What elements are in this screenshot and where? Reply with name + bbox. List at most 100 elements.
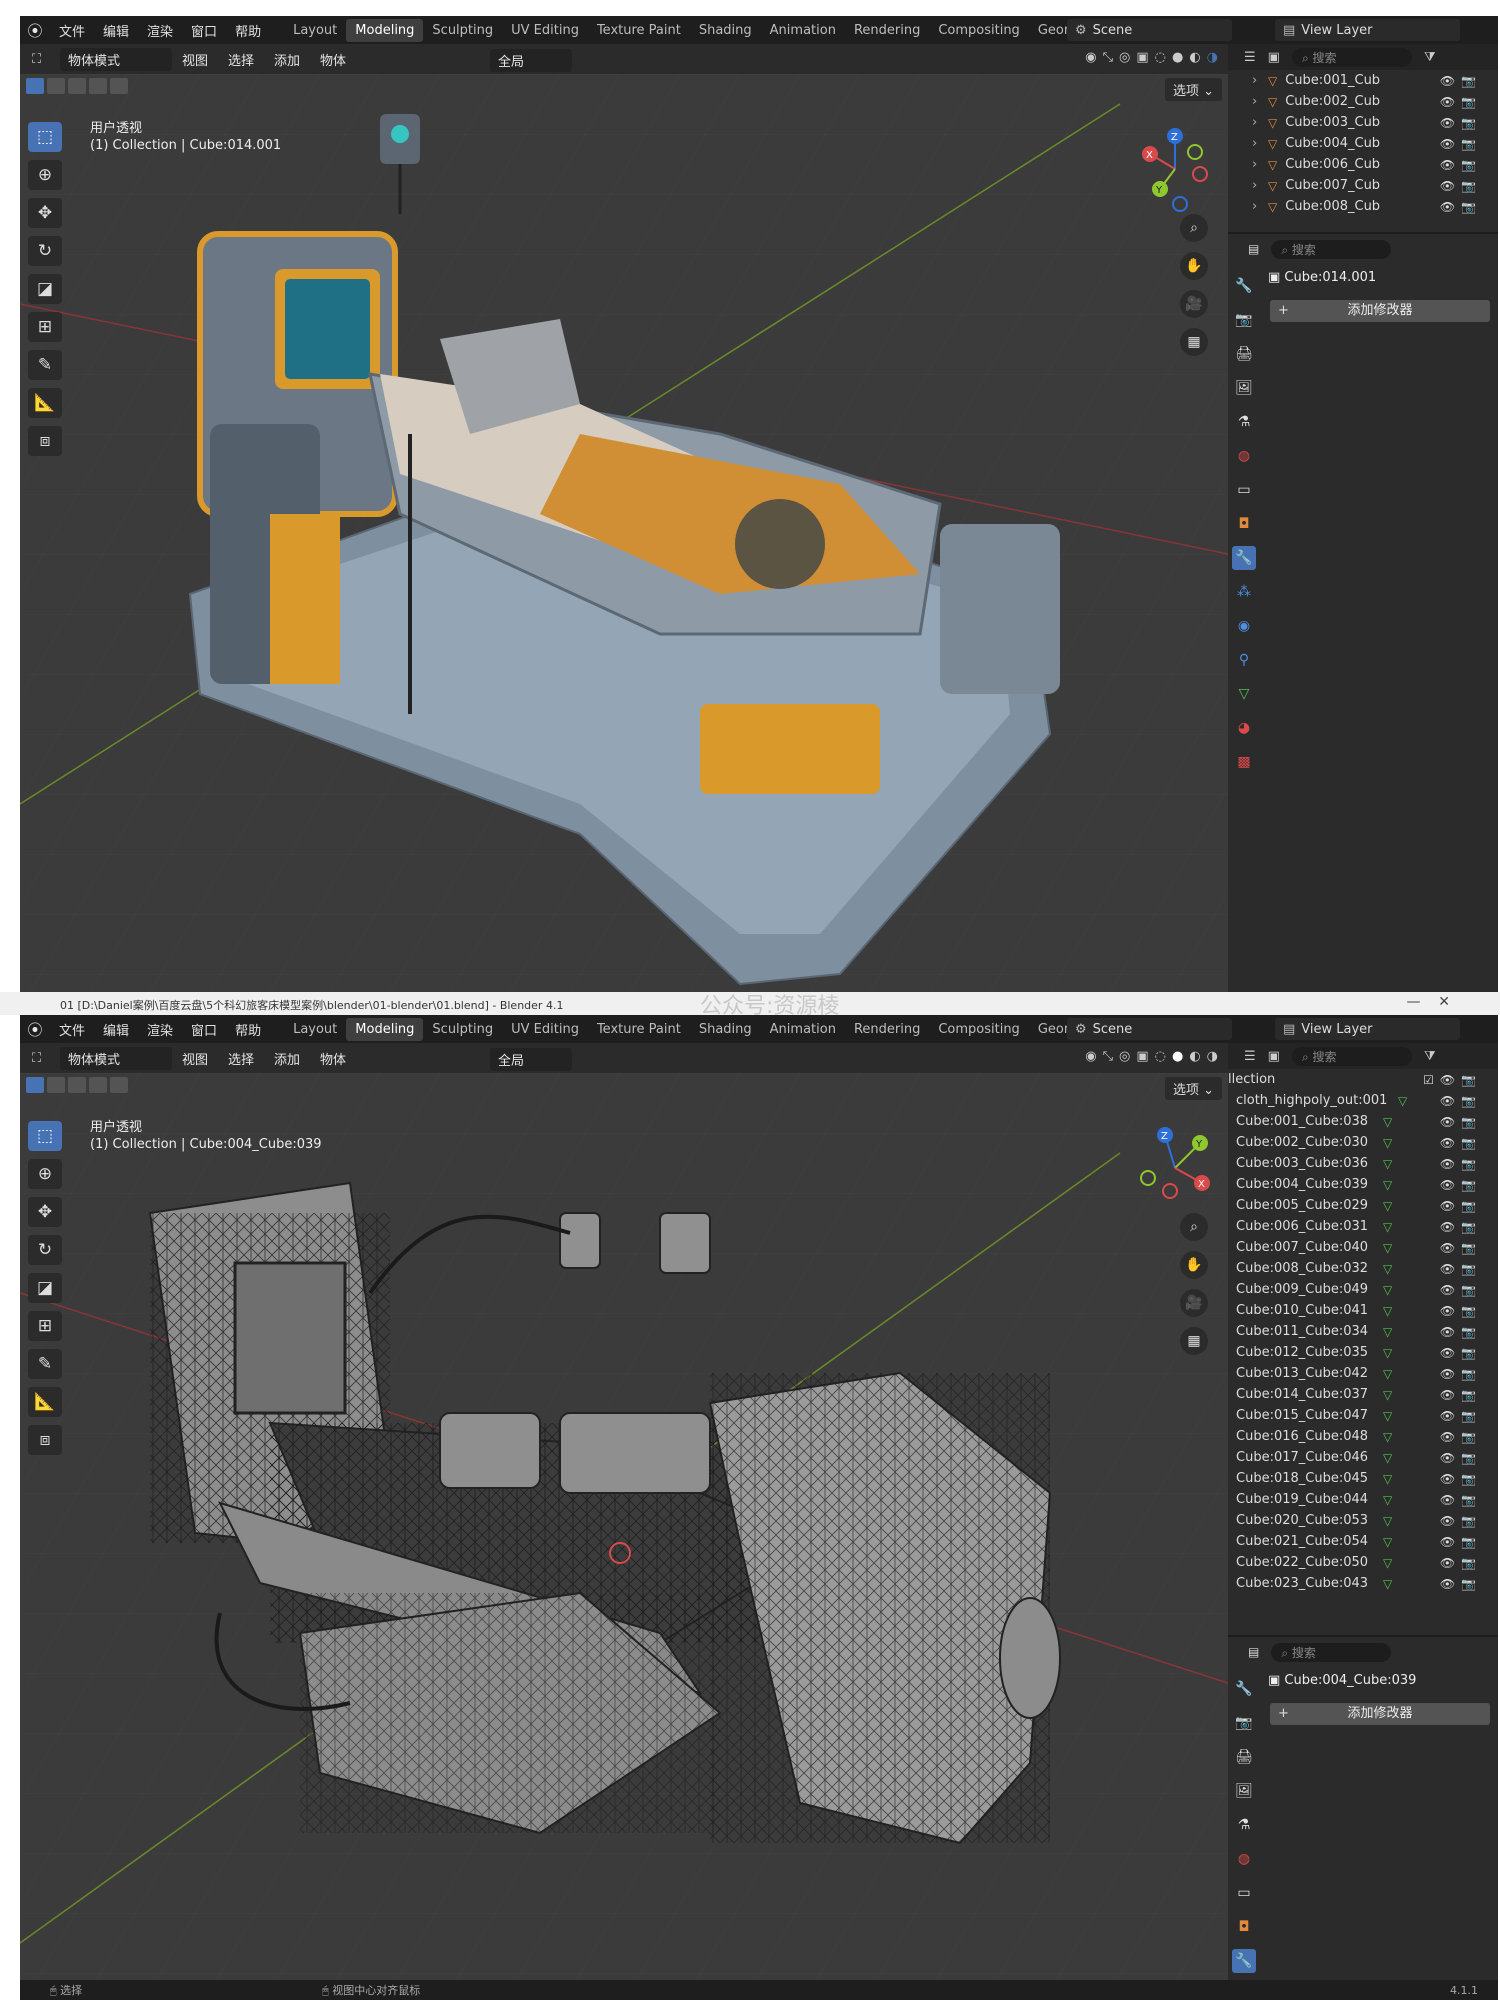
outliner-row[interactable]: Cube:002_Cube:030 ▽ 👁📷	[1228, 1132, 1498, 1153]
menu-object[interactable]: 物体	[310, 50, 356, 69]
move-tool-icon[interactable]: ✥	[28, 1197, 62, 1227]
camera-icon[interactable]: 🎥	[1180, 1289, 1208, 1317]
select-new-icon[interactable]	[26, 78, 44, 94]
render-tab-icon[interactable]: 📷	[1232, 1711, 1256, 1735]
solid-shading-icon[interactable]: ●	[1172, 50, 1183, 65]
scene-tab-icon[interactable]: ⚗	[1232, 410, 1256, 434]
row-visibility-icons[interactable]: 👁📷	[1440, 1514, 1482, 1528]
outliner-search[interactable]: ⌕ 搜索	[1291, 47, 1412, 67]
blender-logo-icon[interactable]: ⦿	[20, 20, 50, 41]
row-visibility-icons[interactable]: 👁📷	[1440, 1346, 1482, 1360]
menu-item[interactable]: 编辑	[94, 25, 138, 40]
scene-selector[interactable]: ⚙ Scene	[1067, 1018, 1232, 1040]
object-tab-icon[interactable]: ◘	[1232, 512, 1256, 536]
row-visibility-icons[interactable]: 👁📷	[1440, 158, 1482, 172]
render-tab-icon[interactable]: 📷	[1232, 308, 1256, 332]
outliner-row[interactable]: › ▽ Cube:003_Cub 👁📷	[1228, 112, 1498, 133]
expand-arrow-icon[interactable]: ›	[1252, 178, 1257, 193]
row-visibility-icons[interactable]: 👁📷	[1440, 1220, 1482, 1234]
row-visibility-icons[interactable]: 👁📷	[1440, 74, 1482, 88]
pan-hand-icon[interactable]: ✋	[1180, 1251, 1208, 1279]
view-layer-selector[interactable]: ▤ View Layer	[1275, 1018, 1460, 1040]
row-visibility-icons[interactable]: 👁📷	[1440, 1493, 1482, 1507]
select-intersect-icon[interactable]	[110, 78, 128, 94]
outliner-row[interactable]: Cube:016_Cube:048 ▽ 👁📷	[1228, 1426, 1498, 1447]
select-extend-icon[interactable]	[47, 1077, 65, 1093]
output-tab-icon[interactable]: 🖨	[1232, 1745, 1256, 1769]
expand-arrow-icon[interactable]: ›	[1252, 199, 1257, 214]
row-visibility-icons[interactable]: 👁📷	[1440, 1556, 1482, 1570]
row-visibility-icons[interactable]: 👁📷	[1440, 95, 1482, 109]
row-visibility-icons[interactable]: 👁📷	[1440, 1451, 1482, 1465]
outliner-row[interactable]: Cube:022_Cube:050 ▽ 👁📷	[1228, 1552, 1498, 1573]
menu-item[interactable]: 文件	[50, 25, 94, 40]
select-extend-icon[interactable]	[47, 78, 65, 94]
menu-view[interactable]: 视图	[172, 1049, 218, 1068]
pan-hand-icon[interactable]: ✋	[1180, 252, 1208, 280]
object-tab-icon[interactable]: ◘	[1232, 1915, 1256, 1939]
workspace-tab[interactable]: Texture Paint	[588, 1018, 690, 1041]
row-visibility-icons[interactable]: 👁📷	[1440, 179, 1482, 193]
minimize-icon[interactable]: —	[1406, 994, 1420, 1010]
select-intersect-icon[interactable]	[110, 1077, 128, 1093]
outliner-row[interactable]: Cube:014_Cube:037 ▽ 👁📷	[1228, 1384, 1498, 1405]
row-visibility-icons[interactable]: 👁📷	[1440, 1472, 1482, 1486]
gizmo-icon[interactable]: ⤡	[1103, 1049, 1113, 1064]
move-tool-icon[interactable]: ✥	[28, 198, 62, 228]
expand-arrow-icon[interactable]: ›	[1252, 94, 1257, 109]
expand-arrow-icon[interactable]: ›	[1252, 115, 1257, 130]
outliner-row[interactable]: Cube:012_Cube:035 ▽ 👁📷	[1228, 1342, 1498, 1363]
row-visibility-icons[interactable]: 👁📷	[1440, 1325, 1482, 1339]
outliner-row-cloth[interactable]: cloth_highpoly_out:001 ▽ 👁📷	[1228, 1090, 1498, 1111]
transform-tool-icon[interactable]: ⊞	[28, 312, 62, 342]
mode-dropdown[interactable]: 物体模式	[60, 1046, 172, 1070]
close-window-icon[interactable]: ✕	[1438, 994, 1450, 1010]
measure-tool-icon[interactable]: 📐	[28, 1387, 62, 1417]
scene-selector[interactable]: ⚙ Scene	[1067, 19, 1232, 41]
outliner-row[interactable]: Cube:013_Cube:042 ▽ 👁📷	[1228, 1363, 1498, 1384]
view-layer-selector[interactable]: ▤ View Layer	[1275, 19, 1460, 41]
wireframe-shading-icon[interactable]: ◌	[1155, 50, 1166, 65]
solid-shading-icon[interactable]: ●	[1172, 1049, 1183, 1064]
menu-add[interactable]: 添加	[264, 50, 310, 69]
workspace-tab[interactable]: Animation	[761, 19, 845, 42]
add-modifier-button[interactable]: + 添加修改器	[1270, 300, 1490, 322]
tool-tab-icon[interactable]: 🔧	[1232, 1677, 1256, 1701]
menu-view[interactable]: 视图	[172, 50, 218, 69]
editor-type-icon[interactable]: ⛶	[32, 1051, 41, 1066]
world-tab-icon[interactable]: ◍	[1232, 1847, 1256, 1871]
menu-item[interactable]: 窗口	[182, 25, 226, 40]
visibility-icon[interactable]: ◉	[1085, 50, 1096, 65]
collection-tab-icon[interactable]: ▭	[1232, 478, 1256, 502]
view-layer-tab-icon[interactable]: 🖼	[1232, 1779, 1256, 1803]
material-shading-icon[interactable]: ◐	[1189, 50, 1200, 65]
workspace-tab[interactable]: Sculpting	[423, 19, 502, 42]
workspace-tab[interactable]: Sculpting	[423, 1018, 502, 1041]
row-visibility-icons[interactable]: 👁📷	[1440, 1178, 1482, 1192]
row-visibility-icons[interactable]: 👁📷	[1440, 1262, 1482, 1276]
outliner-row[interactable]: Cube:009_Cube:049 ▽ 👁📷	[1228, 1279, 1498, 1300]
particles-tab-icon[interactable]: ⁂	[1232, 580, 1256, 604]
workspace-tab[interactable]: Rendering	[845, 1018, 929, 1041]
world-tab-icon[interactable]: ◍	[1232, 444, 1256, 468]
properties-search[interactable]: ⌕ 搜索	[1271, 239, 1392, 259]
rendered-shading-icon[interactable]: ◑	[1207, 1049, 1218, 1064]
outliner-row[interactable]: › ▽ Cube:008_Cub 👁📷	[1228, 196, 1498, 217]
outliner-row[interactable]: Cube:007_Cube:040 ▽ 👁📷	[1228, 1237, 1498, 1258]
collection-row[interactable]: llection ☑👁📷	[1228, 1069, 1498, 1090]
xray-icon[interactable]: ▣	[1136, 50, 1148, 65]
menu-select[interactable]: 选择	[218, 1049, 264, 1068]
row-visibility-icons[interactable]: 👁📷	[1440, 1367, 1482, 1381]
rotate-tool-icon[interactable]: ↻	[28, 236, 62, 266]
select-box-tool-icon[interactable]: ⬚	[28, 1121, 62, 1151]
rendered-shading-icon[interactable]: ◑	[1207, 50, 1218, 65]
display-mode-icon[interactable]: ▣	[1268, 50, 1280, 65]
outliner-row[interactable]: Cube:020_Cube:053 ▽ 👁📷	[1228, 1510, 1498, 1531]
workspace-tab[interactable]: Compositing	[929, 1018, 1029, 1041]
outliner-row[interactable]: Cube:004_Cube:039 ▽ 👁📷	[1228, 1174, 1498, 1195]
display-mode-icon[interactable]: ▣	[1268, 1049, 1280, 1064]
transform-tool-icon[interactable]: ⊞	[28, 1311, 62, 1341]
filter-icon[interactable]: ⧩	[1424, 1049, 1436, 1064]
menu-item[interactable]: 帮助	[226, 1024, 270, 1039]
menu-item[interactable]: 文件	[50, 1024, 94, 1039]
